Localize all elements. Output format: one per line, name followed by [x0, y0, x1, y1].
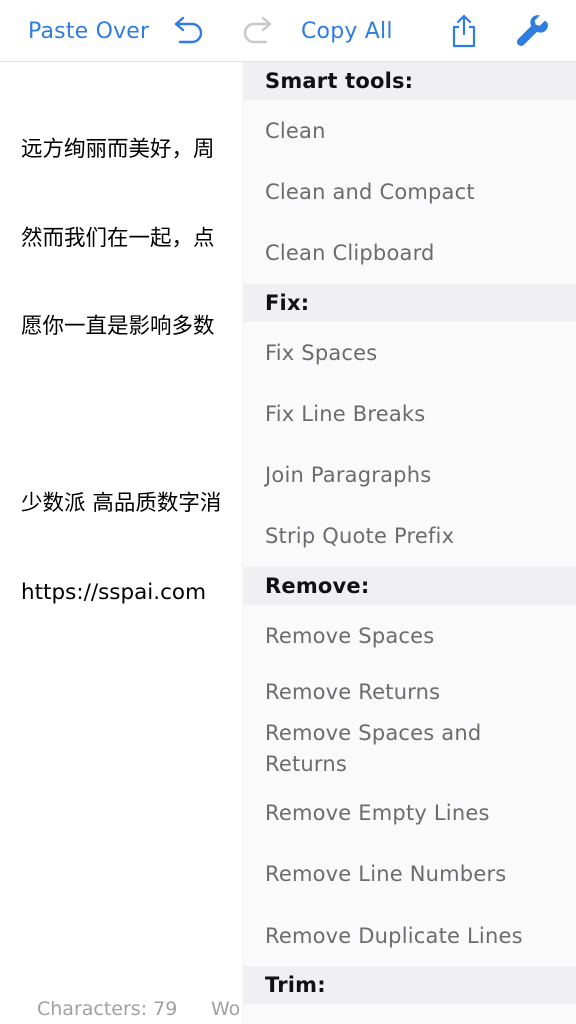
menu-item-remove-duplicate-lines[interactable]: Remove Duplicate Lines — [243, 904, 576, 967]
menu-item-clean[interactable]: Clean — [243, 100, 576, 162]
wrench-icon[interactable] — [512, 0, 552, 62]
menu-item-clean-clipboard[interactable]: Clean Clipboard — [243, 222, 576, 284]
menu-item-remove-returns[interactable]: Remove Returns — [243, 666, 576, 719]
toolbar: Paste Over Copy All — [0, 0, 576, 62]
word-count: Wo — [211, 998, 241, 1020]
undo-icon[interactable] — [170, 0, 206, 62]
section-header-trim: Trim: — [243, 966, 576, 1005]
character-count: Characters: 79 — [37, 998, 178, 1020]
copy-all-button[interactable]: Copy All — [301, 0, 393, 62]
menu-item-join-paragraphs[interactable]: Join Paragraphs — [243, 444, 576, 506]
share-icon[interactable] — [448, 0, 480, 62]
redo-icon[interactable] — [240, 0, 276, 62]
menu-item-strip-quote-prefix[interactable]: Strip Quote Prefix — [243, 505, 576, 568]
paste-over-button[interactable]: Paste Over — [28, 0, 149, 62]
menu-item-fix-spaces[interactable]: Fix Spaces — [243, 321, 576, 384]
menu-item-remove-line-numbers[interactable]: Remove Line Numbers — [243, 843, 576, 905]
section-header-remove: Remove: — [243, 567, 576, 606]
menu-item-remove-spaces-and-returns[interactable]: Remove Spaces and Returns — [243, 718, 576, 783]
menu-item-remove-empty-lines[interactable]: Remove Empty Lines — [243, 782, 576, 844]
section-header-fix: Fix: — [243, 283, 576, 322]
menu-item-remove-spaces[interactable]: Remove Spaces — [243, 605, 576, 667]
menu-item-clean-and-compact[interactable]: Clean and Compact — [243, 161, 576, 223]
smart-tools-menu: Smart tools: Clean Clean and Compact Cle… — [243, 62, 576, 1024]
section-header-smart-tools: Smart tools: — [243, 62, 576, 100]
menu-item-fix-line-breaks[interactable]: Fix Line Breaks — [243, 383, 576, 445]
